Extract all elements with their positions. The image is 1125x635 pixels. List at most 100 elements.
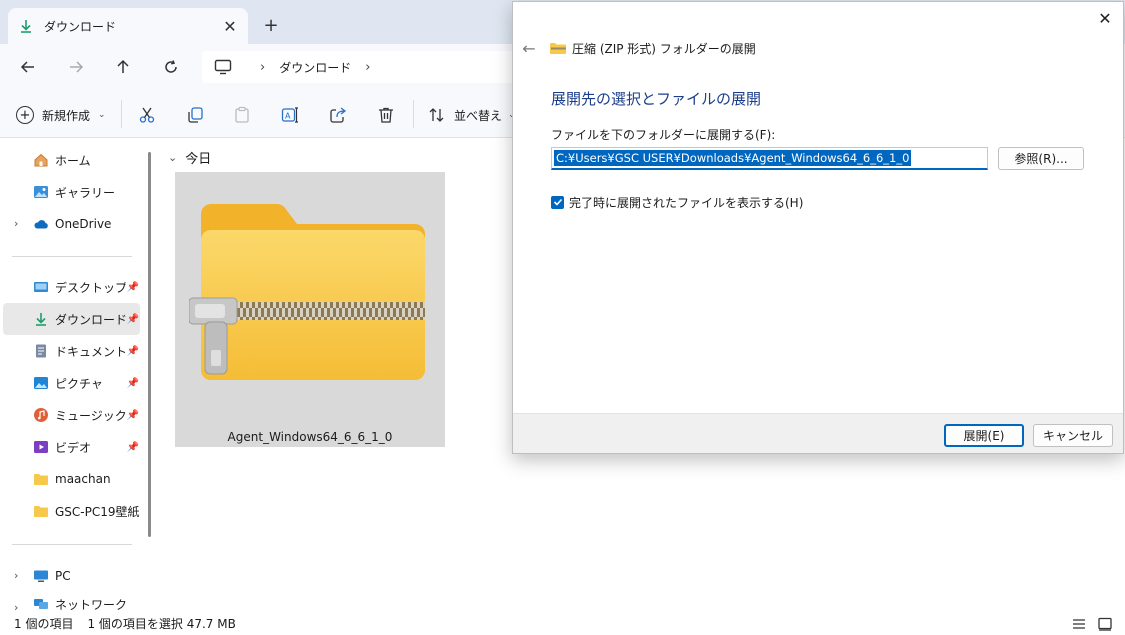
sidebar-divider [12, 256, 132, 257]
rename-icon: A [281, 107, 298, 123]
copy-icon [188, 107, 203, 123]
sidebar-item-documents[interactable]: ドキュメント 📌 [3, 335, 140, 367]
dialog-close-button[interactable]: ✕ [1093, 8, 1117, 28]
music-icon [33, 407, 49, 423]
expand-chevron-icon[interactable]: › [14, 601, 18, 612]
dialog-footer: 展開(E) キャンセル [513, 413, 1123, 453]
pin-icon[interactable]: 📌 [126, 378, 140, 389]
pin-icon[interactable]: 📌 [126, 442, 140, 453]
svg-text:A: A [285, 112, 291, 121]
tab-label: ダウンロード [44, 19, 117, 34]
sidebar-item-gallery[interactable]: ギャラリー [3, 176, 140, 208]
dialog-back-button[interactable]: ← [519, 38, 539, 58]
tab-downloads[interactable]: ダウンロード ✕ [8, 8, 248, 44]
dialog-title-bar: 圧縮 (ZIP 形式) フォルダーの展開 [549, 38, 756, 58]
new-button[interactable]: + 新規作成 ⌄ [16, 104, 106, 126]
pin-icon[interactable]: 📌 [126, 314, 140, 325]
dialog-heading: 展開先の選択とファイルの展開 [551, 90, 762, 108]
up-button[interactable] [110, 54, 136, 80]
cut-button[interactable] [136, 104, 158, 126]
close-tab-icon[interactable]: ✕ [222, 17, 238, 36]
sidebar-item-onedrive[interactable]: › OneDrive [3, 208, 140, 240]
desktop-icon [33, 279, 49, 295]
cancel-button[interactable]: キャンセル [1033, 424, 1113, 447]
sidebar-item-maachan[interactable]: maachan [3, 463, 140, 495]
pin-icon[interactable]: 📌 [126, 410, 140, 421]
document-icon [33, 343, 49, 359]
toolbar-divider [413, 100, 414, 128]
details-view-button[interactable] [1069, 615, 1089, 633]
share-icon [330, 107, 347, 123]
sidebar-divider [12, 544, 132, 545]
dialog-title: 圧縮 (ZIP 形式) フォルダーの展開 [572, 41, 756, 56]
zip-folder-icon [550, 43, 566, 54]
copy-button[interactable] [184, 104, 206, 126]
show-files-checkbox[interactable] [551, 195, 564, 209]
destination-path-selected-text: C:¥Users¥GSC USER¥Downloads¥Agent_Window… [554, 150, 912, 166]
home-icon [33, 152, 49, 168]
sidebar-item-pc[interactable]: › PC [3, 560, 140, 592]
cloud-icon [33, 216, 49, 232]
breadcrumb-separator[interactable]: › [365, 60, 370, 75]
zip-folder-icon [189, 204, 425, 380]
trash-icon [379, 107, 393, 123]
refresh-button[interactable] [158, 54, 184, 80]
extract-button[interactable]: 展開(E) [944, 424, 1024, 447]
download-icon [21, 20, 31, 33]
breadcrumb-downloads[interactable]: ダウンロード [279, 59, 351, 76]
pin-icon[interactable]: 📌 [126, 346, 140, 357]
toolbar-divider [121, 100, 122, 128]
scissors-icon [139, 107, 155, 123]
sidebar-item-home[interactable]: ホーム [3, 144, 140, 176]
sidebar-item-downloads[interactable]: ダウンロード 📌 [3, 303, 140, 335]
breadcrumb-separator: › [260, 59, 266, 75]
clipboard-icon [235, 106, 249, 123]
status-selection: 1 個の項目を選択 47.7 MB [87, 617, 236, 631]
status-bar: 1 個の項目 1 個の項目を選択 47.7 MB [0, 612, 1125, 635]
new-tab-button[interactable]: + [260, 14, 282, 36]
gallery-icon [33, 184, 49, 200]
sidebar-item-desktop[interactable]: デスクトップ 📌 [3, 271, 140, 303]
tiles-view-button[interactable] [1095, 615, 1115, 633]
file-item-zip[interactable]: Agent_Windows64_6_6_1_0 [175, 172, 445, 447]
browse-button[interactable]: 参照(R)... [998, 147, 1084, 170]
share-button[interactable] [327, 104, 349, 126]
expand-chevron-icon[interactable]: › [14, 569, 18, 582]
arrow-up-icon [117, 59, 129, 73]
sort-icon [429, 108, 444, 122]
folder-icon [33, 471, 49, 487]
pictures-icon [33, 375, 49, 391]
video-icon [33, 439, 49, 455]
group-header-today[interactable]: ⌄ 今日 [168, 148, 211, 167]
refresh-icon [165, 60, 177, 73]
computer-icon [214, 59, 232, 75]
delete-button[interactable] [375, 104, 397, 126]
paste-button[interactable] [231, 104, 253, 126]
show-files-option[interactable]: 完了時に展開されたファイルを表示する(H) [551, 193, 803, 211]
sort-button[interactable]: 並べ替え ⌄ [428, 104, 516, 126]
address-bar[interactable]: › ダウンロード › [202, 51, 522, 83]
expand-chevron-icon[interactable]: › [14, 217, 18, 230]
network-icon [33, 596, 49, 612]
sidebar-item-music[interactable]: ミュージック 📌 [3, 399, 140, 431]
sidebar-item-pictures[interactable]: ピクチャ 📌 [3, 367, 140, 399]
arrow-right-icon [70, 61, 84, 73]
folder-icon [33, 503, 49, 519]
sort-label: 並べ替え [454, 108, 503, 123]
pc-icon [33, 568, 49, 584]
sidebar-scrollbar[interactable] [148, 152, 151, 537]
chevron-down-icon: ⌄ [168, 151, 178, 164]
sidebar-item-videos[interactable]: ビデオ 📌 [3, 431, 140, 463]
show-files-label: 完了時に展開されたファイルを表示する(H) [569, 195, 804, 210]
rename-button[interactable]: A [279, 104, 301, 126]
forward-button[interactable] [63, 54, 89, 80]
file-name: Agent_Windows64_6_6_1_0 [227, 430, 393, 444]
back-button[interactable] [15, 54, 41, 80]
sidebar-item-network[interactable]: › ネットワーク [3, 592, 140, 612]
navigation-pane: ホーム ギャラリー › OneDrive デスクトップ 📌 ダウンロード 📌 ド… [0, 138, 150, 612]
chevron-down-icon: ⌄ [98, 110, 106, 120]
sidebar-item-gsc-wallpaper[interactable]: GSC-PC19壁紙ロ [3, 495, 140, 527]
group-label: 今日 [185, 152, 212, 167]
pin-icon[interactable]: 📌 [126, 282, 140, 293]
download-icon [33, 311, 49, 327]
